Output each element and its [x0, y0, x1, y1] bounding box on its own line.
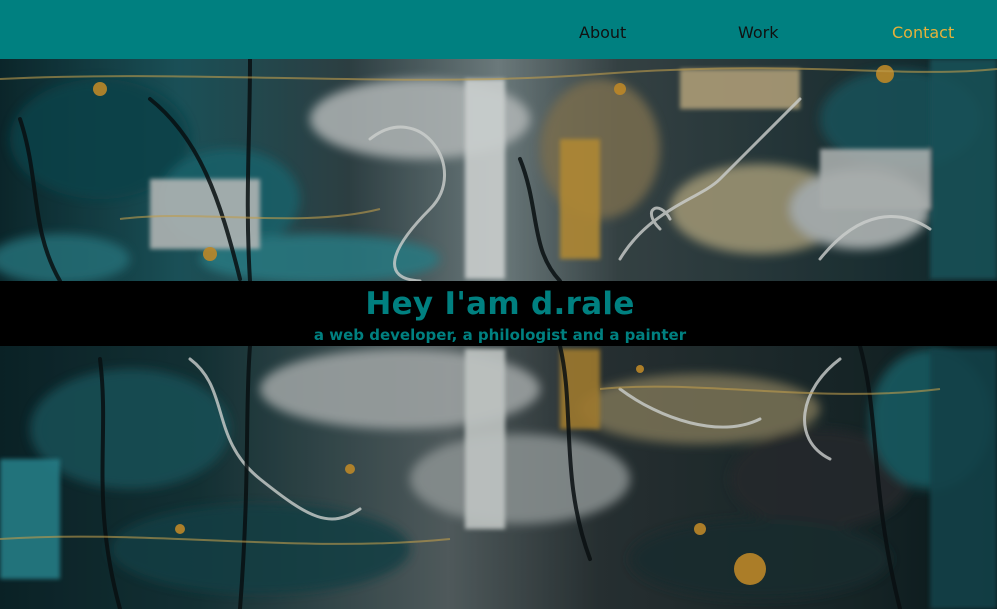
nav-link-work[interactable]: Work [738, 22, 779, 44]
top-navigation-bar: About Work Contact [0, 0, 997, 59]
page-subtitle: a web developer, a philologist and a pai… [313, 326, 687, 344]
intro-banner: Hey I'am d.rale a web developer, a philo… [0, 281, 997, 346]
nav-link-about[interactable]: About [579, 22, 626, 44]
nav-link-contact[interactable]: Contact [892, 22, 954, 44]
page-title: Hey I'am d.rale [365, 286, 635, 322]
